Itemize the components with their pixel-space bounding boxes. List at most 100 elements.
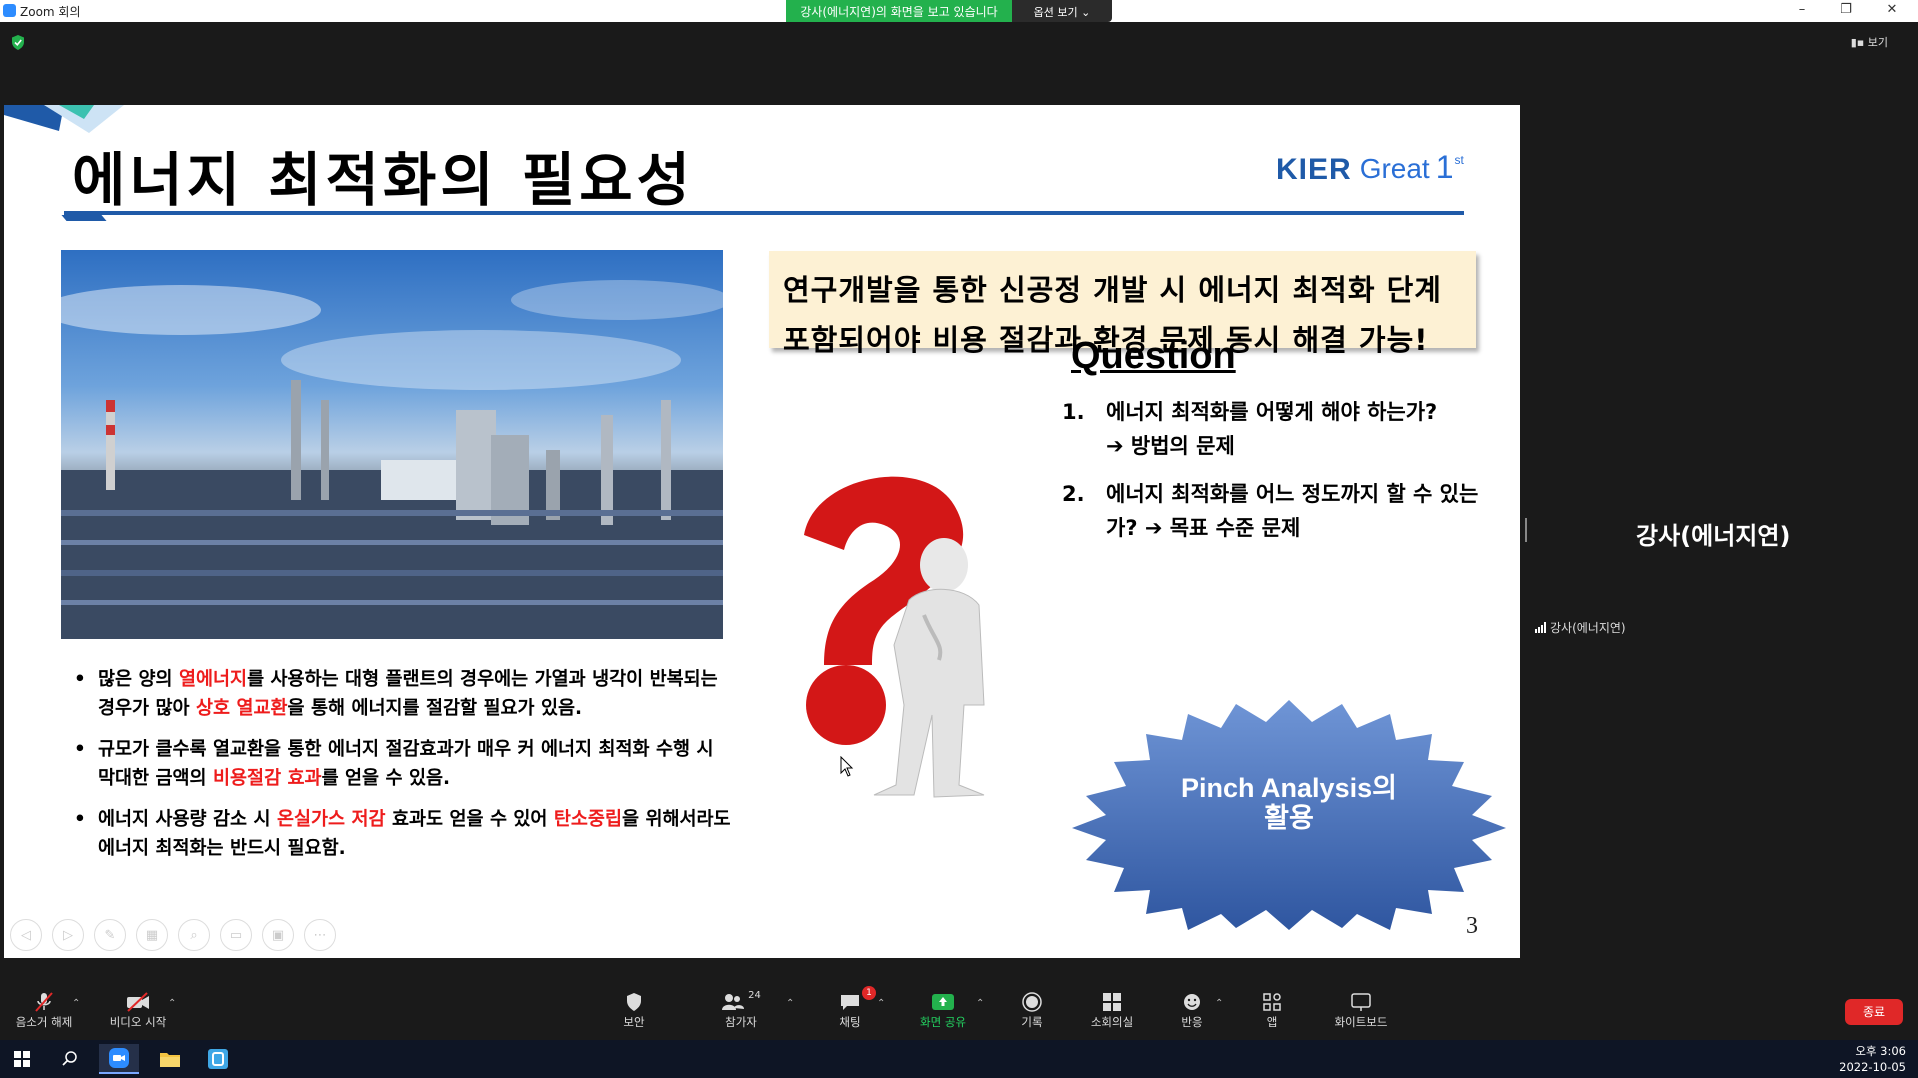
signal-strength-icon: [1535, 622, 1546, 633]
security-label: 보안: [623, 1015, 645, 1029]
question-number: 1.: [1062, 400, 1085, 424]
mouse-cursor-icon: [840, 756, 854, 777]
share-screen-icon: [914, 990, 972, 1014]
burst-line-1: Pinch Analysis의: [1181, 773, 1397, 803]
camera-off-icon[interactable]: ▣: [262, 919, 294, 951]
refinery-photo: [61, 250, 723, 639]
whiteboard-label: 화이트보드: [1334, 1015, 1388, 1029]
bullet-text: 를 얻을 수 있음.: [321, 768, 451, 789]
reactions-button[interactable]: 반응: [1172, 990, 1212, 1030]
record-label: 기록: [1021, 1015, 1043, 1029]
key-message-callout: 연구개발을 통한 신공정 개발 시 에너지 최적화 단계 포함되어야 비용 절감…: [769, 251, 1476, 357]
participants-button[interactable]: 24 참가자: [718, 990, 764, 1030]
pinch-analysis-text: Pinch Analysis의 활용: [1134, 773, 1444, 833]
title-underline-accent: [61, 215, 107, 221]
chat-label: 채팅: [839, 1015, 861, 1029]
bullet-list: • 많은 양의 열에너지를 사용하는 대형 플랜트의 경우에는 가열과 냉각이 …: [74, 665, 734, 875]
reactions-caret-icon[interactable]: ⌃: [1215, 998, 1223, 1009]
bullet-dot: •: [74, 739, 86, 760]
view-button[interactable]: ▮▪ 보기: [1851, 34, 1888, 50]
slides-grid-icon[interactable]: ▦: [136, 919, 168, 951]
share-screen-label: 화면 공유: [920, 1015, 966, 1029]
bullet-item: • 규모가 클수록 열교환을 통한 에너지 절감효과가 매우 커 에너지 최적화…: [74, 735, 734, 793]
slideshow-controls: ◁ ▷ ✎ ▦ ⌕ ▭ ▣ ⋯: [10, 919, 336, 951]
whiteboard-icon: [1326, 990, 1396, 1014]
search-icon[interactable]: [50, 1044, 90, 1074]
start-video-button[interactable]: 비디오 시작: [104, 990, 172, 1030]
great-logo-text: Great: [1359, 153, 1430, 184]
audio-options-caret-icon[interactable]: ⌃: [72, 998, 80, 1009]
share-screen-button[interactable]: 화면 공유: [914, 990, 972, 1030]
video-off-icon: [104, 990, 172, 1014]
whiteboard-button[interactable]: 화이트보드: [1326, 990, 1396, 1030]
meeting-toolbar: 음소거 해제 ⌃ 비디오 시작 ⌃ 보안 24 참가자 ⌃ 1 채팅 ⌃ 화면: [0, 978, 1918, 1040]
speaker-name-large: 강사(에너지연): [1636, 522, 1791, 550]
bullet-text: 효과도 얻을 수 있어: [385, 809, 554, 830]
bullet-text: 많은 양의: [98, 669, 179, 690]
windows-start-icon[interactable]: [2, 1044, 42, 1074]
unmute-button[interactable]: 음소거 해제: [10, 990, 78, 1030]
pen-icon[interactable]: ✎: [94, 919, 126, 951]
apps-button[interactable]: 앱: [1256, 990, 1288, 1030]
unmute-label: 음소거 해제: [15, 1015, 73, 1029]
chat-button[interactable]: 1 채팅: [830, 986, 876, 1030]
question-sub: ➔ 방법의 문제: [1106, 434, 1235, 458]
question-item: 2. 에너지 최적화를 어느 정도까지 할 수 있는가? ➔ 목표 수준 문제: [1062, 477, 1482, 545]
chat-unread-badge: 1: [862, 986, 876, 1000]
speaker-label-text: 강사(에너지연): [1550, 621, 1626, 635]
microphone-muted-icon: [10, 990, 78, 1014]
video-options-caret-icon[interactable]: ⌃: [168, 998, 176, 1009]
highlight-text: 온실가스 저감: [276, 809, 386, 830]
question-heading: Question: [1071, 335, 1236, 377]
question-mark-figure-image: [804, 476, 985, 798]
start-video-label: 비디오 시작: [109, 1015, 167, 1029]
speaker-name-label: 강사(에너지연): [1535, 619, 1626, 636]
participants-count: 24: [748, 990, 761, 1001]
participants-caret-icon[interactable]: ⌃: [786, 998, 794, 1009]
system-clock[interactable]: 오후 3:06 2022-10-05: [1839, 1043, 1906, 1075]
bullet-text: 을 통해 에너지를 절감할 필요가 있음.: [287, 698, 583, 719]
more-options-icon[interactable]: ⋯: [304, 919, 336, 951]
next-slide-icon[interactable]: ▷: [52, 919, 84, 951]
bullet-dot: •: [74, 809, 86, 830]
share-banner: 강사(에너지연)의 화면을 보고 있습니다 옵션 보기 ⌄: [786, 0, 1112, 22]
kier-logo-text: KIER: [1276, 153, 1352, 186]
end-meeting-button[interactable]: 종료: [1845, 999, 1903, 1025]
apps-label: 앱: [1266, 1015, 1278, 1029]
window-title-bar: Zoom 회의 강사(에너지연)의 화면을 보고 있습니다 옵션 보기 ⌄ – …: [0, 0, 1918, 22]
bullet-item: • 에너지 사용량 감소 시 온실가스 저감 효과도 얻을 수 있어 탄소중립을…: [74, 805, 734, 863]
subtitles-icon[interactable]: ▭: [220, 919, 252, 951]
highlight-text: 상호 열교환: [195, 698, 288, 719]
reactions-label: 반응: [1181, 1015, 1203, 1029]
logo-one: 1: [1435, 149, 1454, 185]
breakout-rooms-button[interactable]: 소회의실: [1084, 990, 1140, 1030]
clock-date: 2022-10-05: [1839, 1060, 1906, 1074]
kier-logo: KIER Great 1 st: [1276, 149, 1464, 187]
file-explorer-icon[interactable]: [150, 1044, 190, 1074]
clock-time: 오후 3:06: [1855, 1044, 1906, 1058]
highlight-text: 탄소중립: [553, 809, 622, 830]
zoom-taskbar-icon[interactable]: [99, 1044, 139, 1074]
encryption-shield-icon[interactable]: [11, 35, 25, 50]
app-taskbar-icon[interactable]: [198, 1044, 238, 1074]
panel-divider[interactable]: [1525, 518, 1527, 542]
question-number: 2.: [1062, 482, 1085, 506]
security-button[interactable]: 보안: [614, 990, 654, 1030]
view-grid-icon: ▮▪: [1850, 36, 1865, 49]
question-text: 에너지 최적화를 어떻게 해야 하는가?: [1106, 400, 1438, 424]
breakout-rooms-label: 소회의실: [1090, 1015, 1134, 1029]
maximize-icon[interactable]: ❐: [1824, 0, 1868, 22]
share-caret-icon[interactable]: ⌃: [976, 998, 984, 1009]
record-button[interactable]: 기록: [1012, 990, 1052, 1030]
slide-title: 에너지 최적화의 필요성: [72, 146, 694, 214]
zoom-icon[interactable]: ⌕: [178, 919, 210, 951]
chat-caret-icon[interactable]: ⌃: [877, 998, 885, 1009]
callout-line-1: 연구개발을 통한 신공정 개발 시 에너지 최적화 단계: [783, 273, 1442, 307]
view-options-button[interactable]: 옵션 보기 ⌄: [1012, 0, 1112, 22]
close-icon[interactable]: ✕: [1870, 0, 1914, 22]
chat-icon: 1: [830, 986, 876, 1014]
minimize-icon[interactable]: –: [1780, 0, 1824, 22]
view-label: 보기: [1867, 36, 1888, 49]
burst-line-2: 활용: [1264, 803, 1314, 833]
previous-slide-icon[interactable]: ◁: [10, 919, 42, 951]
